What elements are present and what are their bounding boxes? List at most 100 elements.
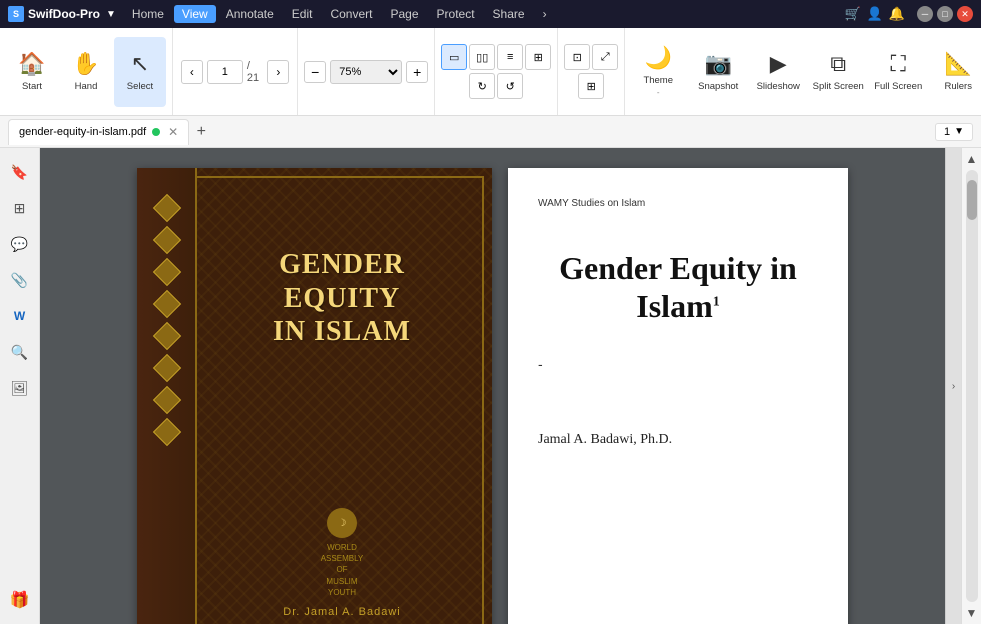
zoom-select[interactable]: 50% 75% 100% 125% 150% [330, 60, 402, 84]
page-header: WAMY Studies on Islam [538, 198, 818, 209]
sidebar-gift-button[interactable]: 🎁 [4, 584, 36, 616]
menu-view[interactable]: View [174, 5, 216, 23]
page-nav-section: ‹ / 21 › [173, 28, 298, 115]
tabs-row: gender-equity-in-islam.pdf ✕ + 1 ▼ [0, 116, 981, 148]
ornament-8 [153, 418, 181, 446]
hand-button[interactable]: ✋ Hand [60, 37, 112, 107]
left-sidebar: 🔖 ⊞ 💬 📎 W 🔍 🖼 🎁 [0, 148, 40, 624]
app-name: SwifDoo-Pro [28, 7, 100, 21]
sidebar-comments-button[interactable]: 💬 [4, 228, 36, 260]
menu-protect[interactable]: Protect [429, 5, 483, 23]
menu-annotate[interactable]: Annotate [218, 5, 282, 23]
prev-page-button[interactable]: ‹ [181, 60, 203, 84]
sidebar-search-button[interactable]: 🔍 [4, 336, 36, 368]
ornament-2 [153, 226, 181, 254]
ornament-7 [153, 386, 181, 414]
zoom-in-button[interactable]: + [406, 61, 428, 83]
single-page-view-button[interactable]: ▭ [441, 44, 467, 70]
page-number-input[interactable] [207, 60, 243, 84]
bell-icon[interactable]: 🔔 [889, 6, 905, 22]
camera-icon: 📷 [705, 51, 732, 77]
cover-content: GENDER EQUITY IN ISLAM ☽ WORLD ASSEMBLY … [202, 188, 482, 624]
menu-more[interactable]: › [535, 5, 555, 23]
menu-edit[interactable]: Edit [284, 5, 321, 23]
snapshot-label: Snapshot [698, 81, 738, 92]
close-button[interactable]: ✕ [957, 6, 973, 22]
add-tab-button[interactable]: + [189, 120, 213, 144]
theme-label: Theme [643, 75, 673, 86]
scroll-up-button[interactable]: ▲ [966, 152, 978, 166]
sidebar-attachments-button[interactable]: 📎 [4, 264, 36, 296]
split-screen-label: Split Screen [813, 81, 864, 92]
pdf-viewer[interactable]: GENDER EQUITY IN ISLAM ☽ WORLD ASSEMBLY … [40, 148, 945, 624]
tab-pdf-label: gender-equity-in-islam.pdf [19, 126, 146, 138]
page-main-title: Gender Equity in Islam1 [538, 249, 818, 326]
scroll-track[interactable] [966, 170, 978, 602]
theme-button[interactable]: 🌙 Theme - [629, 37, 687, 107]
ornament-5 [153, 322, 181, 350]
app-dropdown-icon[interactable]: ▼ [106, 9, 116, 20]
expand-button[interactable]: ⤢ [592, 44, 618, 70]
scroll-down-button[interactable]: ▼ [966, 606, 978, 620]
pub-line3: OF [321, 564, 364, 575]
sidebar-bottom: 🎁 [4, 584, 36, 616]
select-button[interactable]: ↖ Select [114, 37, 166, 107]
hand-icon: ✋ [72, 51, 99, 77]
fit-page-button[interactable]: ⊞ [578, 73, 604, 99]
rotate-ccw-button[interactable]: ↺ [497, 73, 523, 99]
page-dash: - [538, 356, 818, 372]
ornament-3 [153, 258, 181, 286]
pub-line2: ASSEMBLY [321, 553, 364, 564]
minimize-button[interactable]: ─ [917, 6, 933, 22]
cart-icon[interactable]: 🛒 [844, 6, 860, 22]
zoom-out-button[interactable]: − [304, 61, 326, 83]
view-icons-section: ▭ ▯▯ ≡ ⊞ ↻ ↺ [435, 28, 558, 115]
profile-icon[interactable]: 👤 [867, 6, 883, 22]
double-page-view-button[interactable]: ▯▯ [469, 44, 495, 70]
tab-status-dot [152, 128, 160, 136]
ornament-4 [153, 290, 181, 318]
collapse-panel-button[interactable]: › [945, 148, 961, 624]
next-page-button[interactable]: › [267, 60, 289, 84]
sidebar-bookmarks-button[interactable]: 🔖 [4, 156, 36, 188]
menu-convert[interactable]: Convert [322, 5, 380, 23]
cover-title: GENDER EQUITY IN ISLAM [273, 248, 411, 349]
ornament-6 [153, 354, 181, 382]
title-bar: S SwifDoo-Pro ▼ Home View Annotate Edit … [0, 0, 981, 28]
slideshow-label: Slideshow [757, 81, 800, 92]
snapshot-button[interactable]: 📷 Snapshot [689, 37, 747, 107]
zoom-section: − 50% 75% 100% 125% 150% + [298, 28, 435, 115]
crop-button[interactable]: ⊡ [564, 44, 590, 70]
tab-pdf[interactable]: gender-equity-in-islam.pdf ✕ [8, 119, 189, 145]
scroll-thumb[interactable] [967, 180, 977, 220]
tab-close-button[interactable]: ✕ [168, 125, 178, 139]
split-screen-button[interactable]: ⧉ Split Screen [809, 37, 867, 107]
pub-line1: WORLD [321, 542, 364, 553]
sidebar-thumbnails-button[interactable]: ⊞ [4, 192, 36, 224]
rotate-cw-button[interactable]: ↻ [469, 73, 495, 99]
menu-home[interactable]: Home [124, 5, 172, 23]
book-cover: GENDER EQUITY IN ISLAM ☽ WORLD ASSEMBLY … [137, 168, 492, 624]
start-button[interactable]: 🏠 Start [6, 37, 58, 107]
tool-section: 🏠 Start ✋ Hand ↖ Select [0, 28, 173, 115]
full-screen-button[interactable]: ⛶ Full Screen [869, 37, 927, 107]
slideshow-button[interactable]: ▶ Slideshow [749, 37, 807, 107]
fullscreen-icon: ⛶ [891, 51, 906, 77]
maximize-button[interactable]: □ [937, 6, 953, 22]
page-title-line1: Gender Equity in [559, 250, 797, 286]
rulers-button[interactable]: 📐 Rulers [929, 37, 981, 107]
sidebar-word-button[interactable]: W [4, 300, 36, 332]
cover-publisher: WORLD ASSEMBLY OF MUSLIM YOUTH [321, 542, 364, 598]
cover-ornament [145, 198, 189, 442]
sidebar-images-button[interactable]: 🖼 [4, 372, 36, 404]
logo-icon: S [8, 6, 24, 22]
view-mode-section: 🌙 Theme - 📷 Snapshot ▶ Slideshow ⧉ Split… [625, 28, 981, 115]
menu-share[interactable]: Share [485, 5, 533, 23]
chevron-down-icon[interactable]: ▼ [954, 126, 964, 137]
scroll-view-button[interactable]: ≡ [497, 44, 523, 70]
page-author: Jamal A. Badawi, Ph.D. [538, 432, 818, 448]
menu-page[interactable]: Page [382, 5, 426, 23]
grid-view-button[interactable]: ⊞ [525, 44, 551, 70]
pdf-page-cover: GENDER EQUITY IN ISLAM ☽ WORLD ASSEMBLY … [137, 168, 492, 624]
menu-bar: Home View Annotate Edit Convert Page Pro… [124, 5, 845, 23]
